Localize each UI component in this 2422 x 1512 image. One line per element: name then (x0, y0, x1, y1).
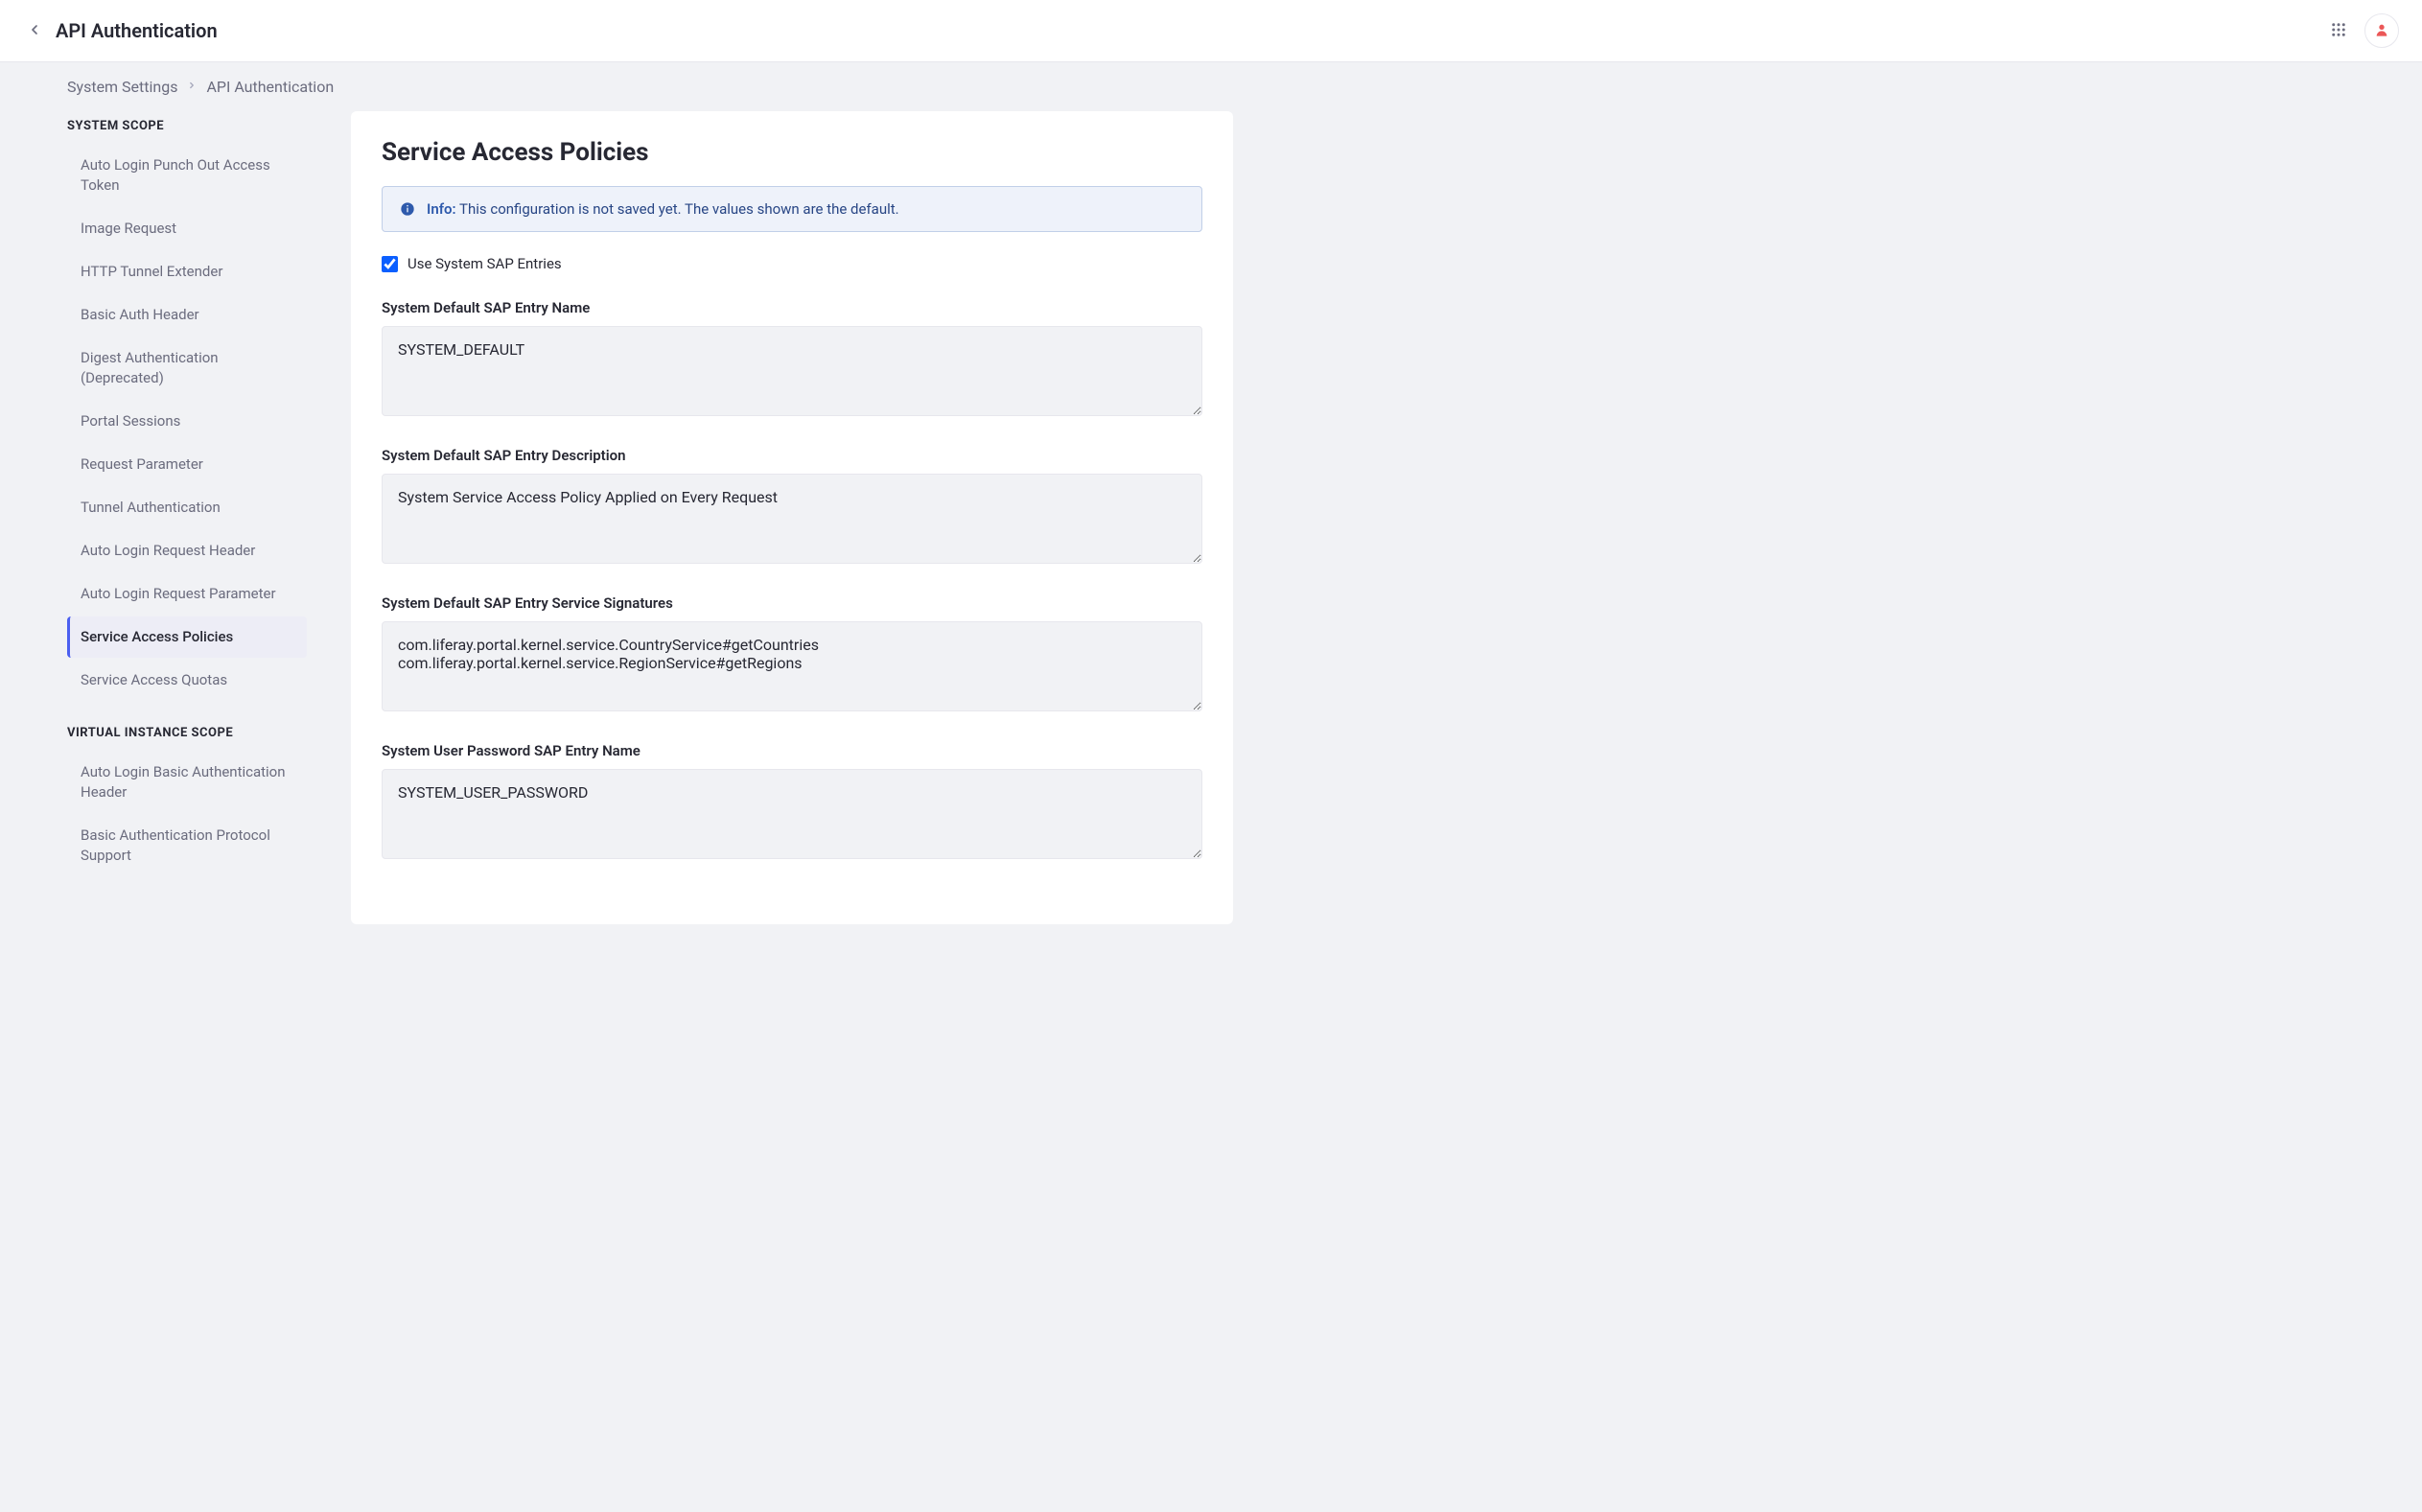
sidebar-item-portal-sessions[interactable]: Portal Sessions (67, 401, 307, 442)
sidebar-item-tunnel-authentication[interactable]: Tunnel Authentication (67, 487, 307, 528)
info-banner: Info: This configuration is not saved ye… (382, 186, 1202, 232)
sidebar-item-auto-login-request-parameter[interactable]: Auto Login Request Parameter (67, 573, 307, 615)
breadcrumb-current: API Authentication (206, 78, 334, 96)
sidebar-item-auto-login-basic-auth-header[interactable]: Auto Login Basic Authentication Header (67, 752, 307, 813)
chevron-left-icon (27, 22, 42, 40)
sidebar-item-auto-login-punch-out[interactable]: Auto Login Punch Out Access Token (67, 145, 307, 206)
use-system-sap-label[interactable]: Use System SAP Entries (408, 255, 562, 272)
signatures-input[interactable] (382, 621, 1202, 711)
chevron-right-icon (187, 80, 197, 94)
default-name-input[interactable] (382, 326, 1202, 416)
default-name-label: System Default SAP Entry Name (382, 299, 1202, 316)
use-system-sap-checkbox[interactable] (382, 256, 398, 272)
breadcrumb: System Settings API Authentication (0, 62, 2422, 111)
sidebar-item-basic-auth-protocol-support[interactable]: Basic Authentication Protocol Support (67, 815, 307, 876)
back-button[interactable] (23, 18, 46, 44)
sidebar-scope-header-system: SYSTEM SCOPE (67, 111, 307, 145)
info-icon (400, 201, 415, 217)
default-description-label: System Default SAP Entry Description (382, 447, 1202, 464)
sidebar-item-request-parameter[interactable]: Request Parameter (67, 444, 307, 485)
user-password-name-input[interactable] (382, 769, 1202, 859)
sidebar-item-service-access-quotas[interactable]: Service Access Quotas (67, 660, 307, 701)
page-title: API Authentication (56, 19, 218, 42)
sidebar-item-auto-login-request-header[interactable]: Auto Login Request Header (67, 530, 307, 571)
default-description-input[interactable] (382, 474, 1202, 564)
user-icon (2374, 22, 2389, 40)
breadcrumb-link-system-settings[interactable]: System Settings (67, 78, 177, 96)
sidebar-scope-header-virtual: VIRTUAL INSTANCE SCOPE (67, 718, 307, 752)
apps-menu-button[interactable] (2330, 21, 2347, 41)
sidebar-item-http-tunnel-extender[interactable]: HTTP Tunnel Extender (67, 251, 307, 292)
sidebar-item-image-request[interactable]: Image Request (67, 208, 307, 249)
user-menu-button[interactable] (2364, 13, 2399, 48)
panel-title: Service Access Policies (382, 138, 1202, 167)
grid-icon (2330, 21, 2347, 41)
signatures-label: System Default SAP Entry Service Signatu… (382, 594, 1202, 612)
info-text: Info: This configuration is not saved ye… (427, 200, 899, 218)
sidebar: SYSTEM SCOPE Auto Login Punch Out Access… (67, 111, 307, 878)
sidebar-item-digest-auth[interactable]: Digest Authentication (Deprecated) (67, 337, 307, 399)
sidebar-item-service-access-policies[interactable]: Service Access Policies (67, 616, 307, 658)
main-panel: Service Access Policies Info: This confi… (351, 111, 1233, 924)
user-password-name-label: System User Password SAP Entry Name (382, 742, 1202, 759)
sidebar-item-basic-auth-header[interactable]: Basic Auth Header (67, 294, 307, 336)
